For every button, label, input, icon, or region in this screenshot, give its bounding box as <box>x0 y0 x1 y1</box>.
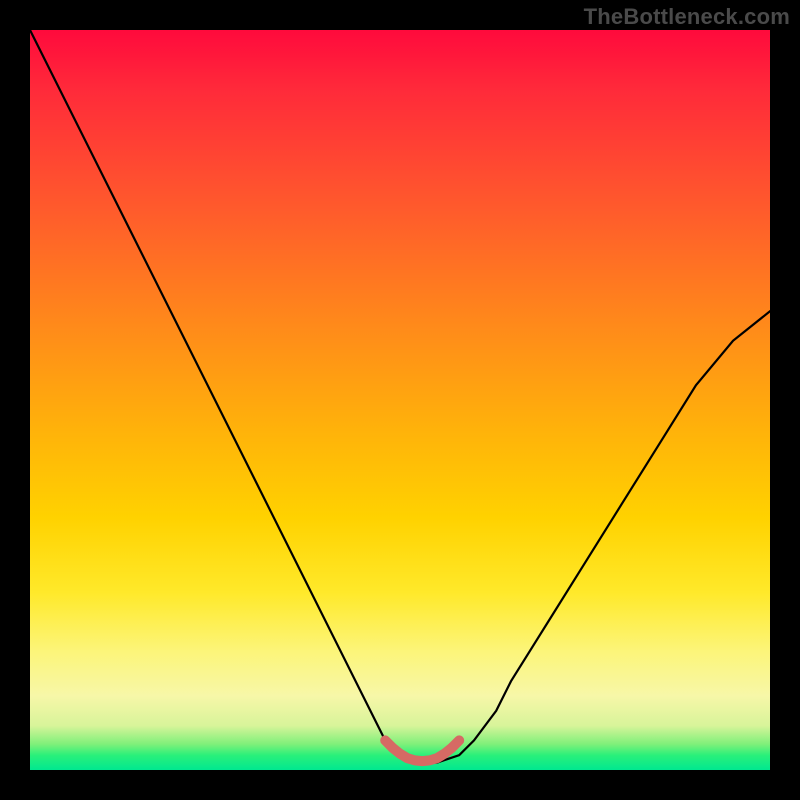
chart-frame: TheBottleneck.com <box>0 0 800 800</box>
curve-layer <box>30 30 770 770</box>
bottleneck-curve <box>30 30 770 763</box>
plot-area <box>30 30 770 770</box>
watermark-text: TheBottleneck.com <box>584 4 790 30</box>
